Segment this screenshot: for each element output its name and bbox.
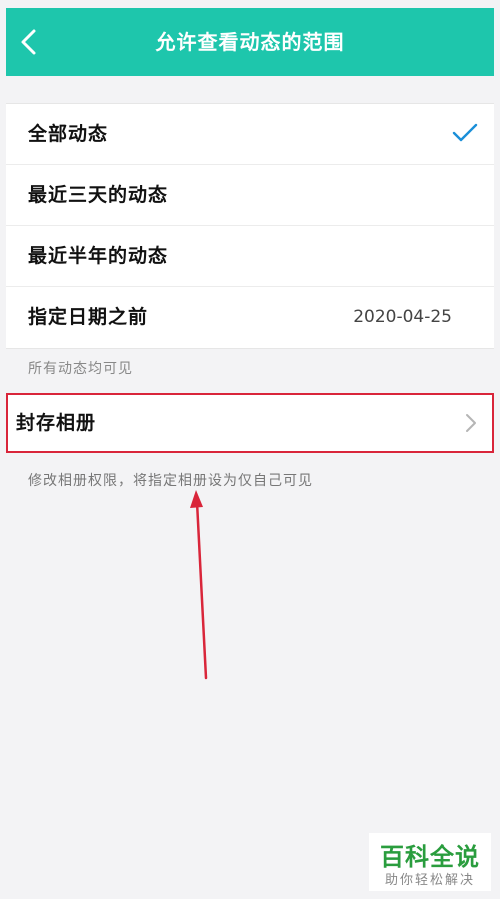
screen: 允许查看动态的范围 全部动态 最近三天的动态 最近半年的动态 指定日期之前 20…	[6, 0, 494, 899]
option-label: 全部动态	[28, 123, 109, 145]
chevron-right-icon	[466, 414, 476, 432]
visibility-hint: 所有动态均可见	[28, 361, 133, 377]
option-label: 最近半年的动态	[28, 245, 169, 267]
annotation-arrow-icon	[190, 490, 208, 680]
option-last-three-days[interactable]: 最近三天的动态	[6, 165, 494, 226]
option-all-posts[interactable]: 全部动态	[6, 104, 494, 165]
option-before-date[interactable]: 指定日期之前 2020-04-25	[6, 287, 494, 348]
option-last-half-year[interactable]: 最近半年的动态	[6, 226, 494, 287]
selected-date: 2020-04-25	[353, 307, 452, 327]
visibility-range-list: 全部动态 最近三天的动态 最近半年的动态 指定日期之前 2020-04-25	[6, 103, 494, 349]
archive-album-row[interactable]: 封存相册	[6, 393, 494, 453]
watermark-subtitle: 助你轻松解决	[384, 873, 475, 888]
nav-bar: 允许查看动态的范围	[6, 8, 494, 76]
option-label: 最近三天的动态	[28, 184, 169, 206]
checkmark-icon	[452, 123, 478, 142]
archive-hint: 修改相册权限，将指定相册设为仅自己可见	[28, 473, 313, 489]
page-title: 允许查看动态的范围	[155, 30, 345, 54]
watermark-logo: 百科全说 助你轻松解决	[369, 833, 491, 891]
option-label: 指定日期之前	[28, 306, 149, 328]
watermark-title: 百科全说	[380, 843, 480, 871]
archive-album-label: 封存相册	[16, 412, 97, 434]
